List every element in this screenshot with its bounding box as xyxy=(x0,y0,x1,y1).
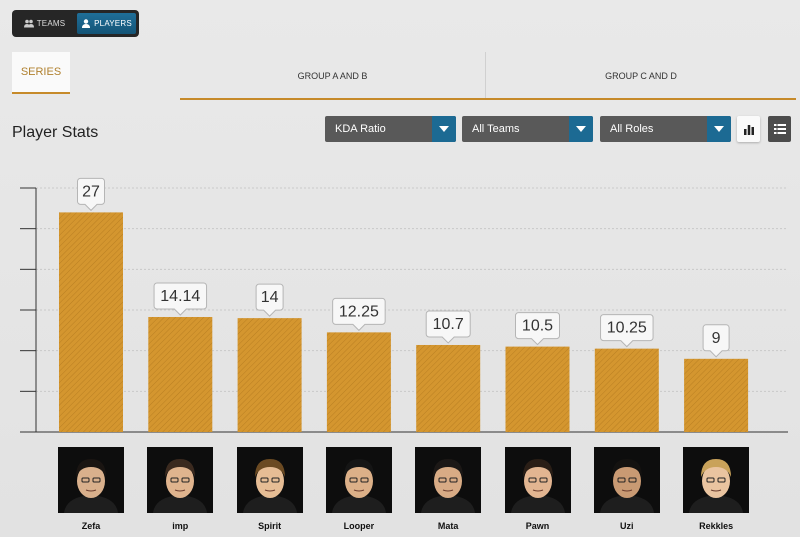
view-mode-toggle: TEAMS PLAYERS xyxy=(12,10,139,37)
bar xyxy=(148,316,213,432)
data-label: 12.25 xyxy=(339,303,379,320)
list-icon xyxy=(773,124,786,134)
tab-series-label: SERIES xyxy=(20,66,62,78)
stat-select-value: KDA Ratio xyxy=(335,123,386,135)
player-portrait xyxy=(415,447,482,513)
data-label: 10.7 xyxy=(433,316,464,333)
bar-chart-icon xyxy=(743,125,754,135)
player-name: Spirit xyxy=(258,521,282,531)
chevron-down-icon xyxy=(714,126,724,132)
player-name: Mata xyxy=(437,521,459,531)
data-label: 27 xyxy=(82,183,100,200)
player-name: Zefa xyxy=(81,521,101,531)
player-portrait xyxy=(147,447,214,513)
player-portrait xyxy=(58,447,124,513)
chart-view-button[interactable] xyxy=(737,116,760,142)
roles-select-arrow[interactable] xyxy=(707,116,731,142)
player-name: Looper xyxy=(343,521,375,531)
player-portrait xyxy=(325,447,392,513)
group-icon xyxy=(23,19,34,28)
page-title: Player Stats xyxy=(12,124,99,141)
bar xyxy=(416,344,481,432)
data-label: 10.5 xyxy=(522,318,553,335)
data-label: 14 xyxy=(261,289,279,306)
player-card[interactable]: Mata xyxy=(415,447,482,531)
user-icon xyxy=(82,19,91,28)
player-card[interactable]: Looper xyxy=(325,447,392,531)
bar xyxy=(505,346,570,432)
player-card[interactable]: Pawn xyxy=(504,447,571,531)
kda-bar-chart: 27 14.14 14 12.25 10.7 10.5 10.25 9 xyxy=(20,177,788,433)
bar xyxy=(684,358,749,432)
roles-select-value: All Roles xyxy=(610,123,654,135)
player-name: Rekkles xyxy=(699,521,734,531)
teams-select-arrow[interactable] xyxy=(569,116,593,142)
tab-series[interactable]: SERIES xyxy=(12,52,70,94)
stat-select[interactable]: KDA Ratio xyxy=(325,116,456,142)
tab-group-cd-label: GROUP C AND D xyxy=(605,70,677,81)
bar xyxy=(594,348,659,432)
roles-select[interactable]: All Roles xyxy=(600,116,731,142)
stat-select-arrow[interactable] xyxy=(432,116,456,142)
data-label: 9 xyxy=(712,330,721,347)
bar xyxy=(326,332,391,432)
chevron-down-icon xyxy=(439,126,449,132)
players-toggle-label: PLAYERS xyxy=(94,19,132,28)
player-card[interactable]: Spirit xyxy=(236,447,303,531)
bar xyxy=(237,318,302,432)
player-cards: Zefa imp Spirit Looper Mata Pawn Uzi Rek… xyxy=(0,447,800,537)
tab-group-c-and-d[interactable]: GROUP C AND D xyxy=(486,52,796,99)
tab-underline xyxy=(180,98,796,100)
data-label: 10.25 xyxy=(607,320,647,337)
stage-tabs: SERIES GROUP A AND B GROUP C AND D xyxy=(0,52,800,100)
player-name: Pawn xyxy=(525,521,550,531)
list-view-button[interactable] xyxy=(768,116,791,142)
chevron-down-icon xyxy=(576,126,586,132)
data-label: 14.14 xyxy=(160,288,200,305)
player-name: imp xyxy=(172,521,189,531)
player-portrait xyxy=(593,447,660,513)
player-card[interactable]: Uzi xyxy=(593,447,660,531)
player-portrait xyxy=(504,447,571,513)
teams-select[interactable]: All Teams xyxy=(462,116,593,142)
teams-select-value: All Teams xyxy=(472,123,520,135)
tab-group-ab-label: GROUP A AND B xyxy=(297,70,368,81)
player-card[interactable]: Zefa xyxy=(58,447,124,531)
teams-toggle-label: TEAMS xyxy=(36,19,66,28)
players-toggle-button[interactable]: PLAYERS xyxy=(77,13,136,34)
player-portrait xyxy=(236,447,303,513)
teams-toggle-button[interactable]: TEAMS xyxy=(15,13,74,34)
player-portrait xyxy=(683,447,750,513)
player-card[interactable]: Rekkles xyxy=(683,447,750,531)
tab-group-a-and-b[interactable]: GROUP A AND B xyxy=(180,52,485,99)
player-name: Uzi xyxy=(620,521,634,531)
bar xyxy=(59,212,123,432)
player-card[interactable]: imp xyxy=(147,447,214,531)
